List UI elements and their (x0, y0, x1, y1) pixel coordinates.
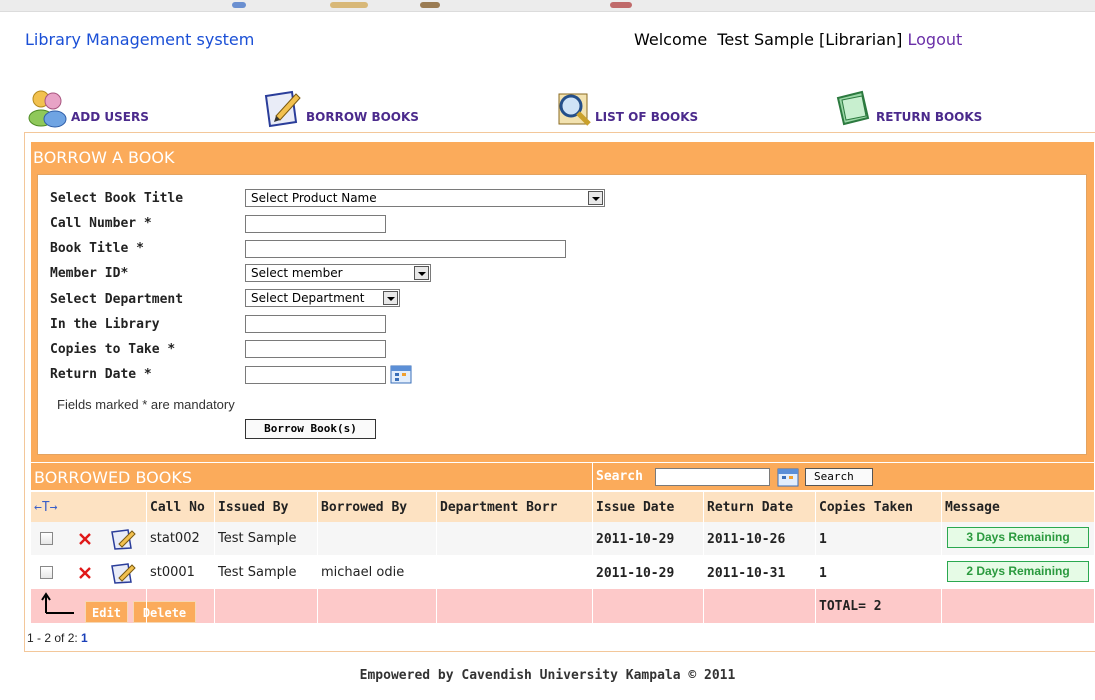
cell-call-no: stat002 (150, 531, 200, 546)
delete-icon[interactable] (77, 565, 93, 581)
col-message[interactable]: Message (945, 500, 1000, 515)
label-department: Select Department (50, 292, 184, 307)
edit-icon[interactable] (110, 528, 136, 550)
sort-arrows-icon[interactable]: ←T→ (34, 500, 57, 515)
divider (941, 492, 942, 623)
col-issue-date[interactable]: Issue Date (596, 500, 674, 515)
users-icon (28, 90, 67, 128)
calendar-icon[interactable] (777, 467, 799, 487)
cell-borrowed-by: michael odie (321, 565, 405, 580)
member-id-select-value: Select member (251, 266, 343, 280)
welcome-text: Welcome Test Sample [Librarian] (634, 30, 903, 49)
col-borrowed-by[interactable]: Borrowed By (321, 500, 407, 515)
cell-call-no: st0001 (150, 565, 195, 580)
pager-text: 1 - 2 of 2: (27, 631, 78, 645)
copies-input[interactable] (245, 340, 386, 358)
nav-borrow-books[interactable]: BORROW BOOKS (262, 84, 419, 128)
borrowed-title: BORROWED BOOKS (34, 468, 192, 487)
search-button[interactable]: Search (805, 468, 873, 486)
cell-issued-by: Test Sample (218, 565, 297, 580)
label-book-title-select: Select Book Title (50, 191, 184, 206)
nav-return-books[interactable]: RETURN BOOKS (832, 84, 982, 128)
app-title: Library Management system (25, 30, 255, 49)
col-copies-taken[interactable]: Copies Taken (819, 500, 913, 515)
divider (317, 492, 318, 623)
cell-return-date: 2011-10-31 (707, 566, 786, 581)
divider (815, 492, 816, 623)
department-select-value: Select Department (251, 291, 365, 305)
nav-list-of-books[interactable]: LIST OF BOOKS (555, 84, 698, 128)
edit-button[interactable]: Edit (85, 601, 128, 623)
calendar-icon[interactable] (390, 364, 412, 384)
divider (703, 492, 704, 623)
cell-copies: 1 (819, 566, 827, 581)
member-id-select[interactable]: Select member (245, 264, 431, 282)
footer-divider (24, 651, 1095, 652)
borrow-panel-title: BORROW A BOOK (33, 148, 175, 167)
label-copies: Copies to Take * (50, 342, 176, 357)
col-call-no[interactable]: Call No (150, 500, 205, 515)
status-badge: 2 Days Remaining (947, 561, 1089, 582)
divider (214, 492, 215, 623)
cell-issue-date: 2011-10-29 (596, 566, 675, 581)
edit-icon[interactable] (110, 562, 136, 584)
divider (592, 463, 593, 490)
chevron-down-icon[interactable] (414, 266, 429, 280)
total-count: TOTAL= 2 (819, 599, 882, 614)
divider (592, 492, 593, 623)
book-title-input[interactable] (245, 240, 566, 258)
cell-issue-date: 2011-10-29 (596, 532, 675, 547)
search-input[interactable] (655, 468, 770, 486)
call-number-input[interactable] (245, 215, 386, 233)
nav-return-books-label: RETURN BOOKS (876, 110, 983, 124)
nav-add-users[interactable]: ADD USERS (27, 84, 149, 128)
magnifier-list-icon (558, 93, 591, 126)
in-library-input[interactable] (245, 315, 386, 333)
cell-issued-by: Test Sample (218, 531, 297, 546)
pager: 1 - 2 of 2: 1 (27, 631, 88, 645)
label-call-number: Call Number * (50, 216, 152, 231)
nav-add-users-label: ADD USERS (71, 110, 149, 124)
footer-text: Empowered by Cavendish University Kampal… (359, 668, 736, 683)
chevron-down-icon[interactable] (383, 291, 398, 305)
department-select[interactable]: Select Department (245, 289, 400, 307)
status-badge: 3 Days Remaining (947, 527, 1089, 548)
book-title-select-value: Select Product Name (251, 191, 377, 205)
mandatory-note: Fields marked * are mandatory (57, 397, 235, 412)
cell-copies: 1 (819, 532, 827, 547)
return-date-input[interactable] (245, 366, 386, 384)
edit-note-icon (264, 90, 301, 128)
divider (436, 492, 437, 623)
col-department[interactable]: Department Borr (440, 500, 557, 515)
label-return-date: Return Date * (50, 367, 152, 382)
nav-borrow-books-label: BORROW BOOKS (306, 110, 419, 124)
logout-link[interactable]: Logout (907, 30, 962, 49)
row-checkbox[interactable] (40, 532, 53, 545)
delete-icon[interactable] (77, 531, 93, 547)
nav-list-of-books-label: LIST OF BOOKS (595, 110, 699, 124)
search-label: Search (596, 469, 643, 484)
top-strip (0, 0, 1095, 12)
col-return-date[interactable]: Return Date (707, 500, 793, 515)
select-all-arrow-icon (41, 592, 74, 614)
label-in-library: In the Library (50, 317, 160, 332)
chevron-down-icon[interactable] (588, 191, 603, 205)
book-title-select[interactable]: Select Product Name (245, 189, 605, 207)
row-checkbox[interactable] (40, 566, 53, 579)
label-book-title: Book Title * (50, 241, 144, 256)
divider (146, 492, 147, 623)
cell-return-date: 2011-10-26 (707, 532, 786, 547)
welcome-area: Welcome Test Sample [Librarian] Logout (634, 30, 962, 49)
borrow-panel: BORROW A BOOK Select Book Title Select P… (31, 142, 1094, 462)
borrow-books-button[interactable]: Borrow Book(s) (245, 419, 376, 439)
pager-page-link[interactable]: 1 (81, 631, 88, 645)
col-issued-by[interactable]: Issued By (218, 500, 288, 515)
label-member-id: Member ID* (50, 266, 129, 281)
book-return-icon (836, 90, 870, 126)
borrow-form: Select Book Title Select Product Name Ca… (37, 174, 1087, 455)
delete-button[interactable]: Delete (133, 601, 196, 623)
